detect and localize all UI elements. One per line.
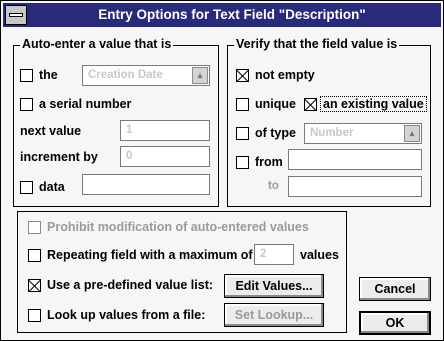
unique-label: unique [255,97,296,111]
type-dropdown-arrow-icon[interactable]: ▴ [404,125,420,142]
entry-options-dialog: Entry Options for Text Field "Descriptio… [0,0,444,341]
to-label: to [268,180,279,192]
verify-group-title: Verify that the field value is [234,37,400,51]
value-list-checkbox-box[interactable] [28,278,41,292]
prohibit-checkbox-box[interactable] [28,220,41,234]
not-empty-checkbox[interactable]: not empty [236,66,315,84]
existing-value-label: an existing value [320,96,427,112]
repeating-max-field[interactable]: 2 [254,244,294,265]
the-label: the [39,68,58,82]
dialog-title: Entry Options for Text Field "Descriptio… [98,7,366,22]
repeating-label: Repeating field with a maximum of [47,248,253,262]
from-label: from [255,155,283,169]
data-field[interactable] [82,174,210,195]
next-value-field[interactable]: 1 [120,120,210,141]
existing-value-checkbox[interactable]: an existing value [304,95,427,113]
set-lookup-button[interactable]: Set Lookup... [224,303,324,327]
prohibit-modification-checkbox[interactable]: Prohibit modification of auto-entered va… [28,218,309,236]
auto-enter-group-title: Auto-enter a value that is [20,37,174,51]
existing-value-checkbox-box[interactable] [304,97,317,111]
lookup-checkbox-box[interactable] [28,308,41,322]
next-value-label: next value [20,124,82,138]
of-type-checkbox-box[interactable] [236,126,249,140]
lookup-checkbox[interactable]: Look up values from a file: [28,306,205,324]
data-checkbox[interactable]: data [20,178,65,196]
unique-checkbox-box[interactable] [236,97,249,111]
from-checkbox-box[interactable] [236,155,249,169]
value-list-checkbox[interactable]: Use a pre-defined value list: [28,276,213,294]
serial-number-label: a serial number [39,97,132,111]
type-dropdown-value: Number [310,127,354,139]
not-empty-checkbox-box[interactable] [236,68,249,82]
repeating-values-suffix: values [300,248,339,262]
increment-by-label: increment by [20,150,98,164]
type-dropdown[interactable]: Number ▴ [304,123,422,144]
of-type-checkbox[interactable]: of type [236,124,296,142]
prohibit-label: Prohibit modification of auto-entered va… [47,220,309,234]
unique-checkbox[interactable]: unique [236,95,296,113]
auto-enter-date-dropdown[interactable]: Creation Date ▴ [82,65,210,86]
from-field[interactable] [288,149,422,170]
lookup-label: Look up values from a file: [47,308,206,322]
the-checkbox-box[interactable] [20,68,33,82]
serial-number-checkbox-box[interactable] [20,97,33,111]
increment-by-field[interactable]: 0 [120,146,210,167]
auto-enter-date-value: Creation Date [88,69,163,81]
ok-button[interactable]: OK [359,311,431,335]
repeating-field-checkbox[interactable]: Repeating field with a maximum of [28,246,253,264]
of-type-label: of type [255,126,296,140]
from-checkbox[interactable]: from [236,153,283,171]
not-empty-label: not empty [255,68,315,82]
edit-values-button[interactable]: Edit Values... [224,274,324,298]
cancel-button[interactable]: Cancel [359,277,431,301]
data-label: data [39,180,65,194]
data-checkbox-box[interactable] [20,180,33,194]
the-checkbox[interactable]: the [20,66,58,84]
dropdown-arrow-icon[interactable]: ▴ [192,67,208,84]
serial-number-checkbox[interactable]: a serial number [20,95,131,113]
repeating-checkbox-box[interactable] [28,248,41,262]
options-group: Prohibit modification of auto-entered va… [17,211,347,333]
verify-group: Verify that the field value is not empty… [227,37,431,207]
system-menu-icon[interactable] [5,5,27,25]
to-field[interactable] [288,176,422,197]
auto-enter-group: Auto-enter a value that is the Creation … [13,37,219,207]
value-list-label: Use a pre-defined value list: [47,278,214,292]
title-bar[interactable]: Entry Options for Text Field "Descriptio… [3,3,441,27]
